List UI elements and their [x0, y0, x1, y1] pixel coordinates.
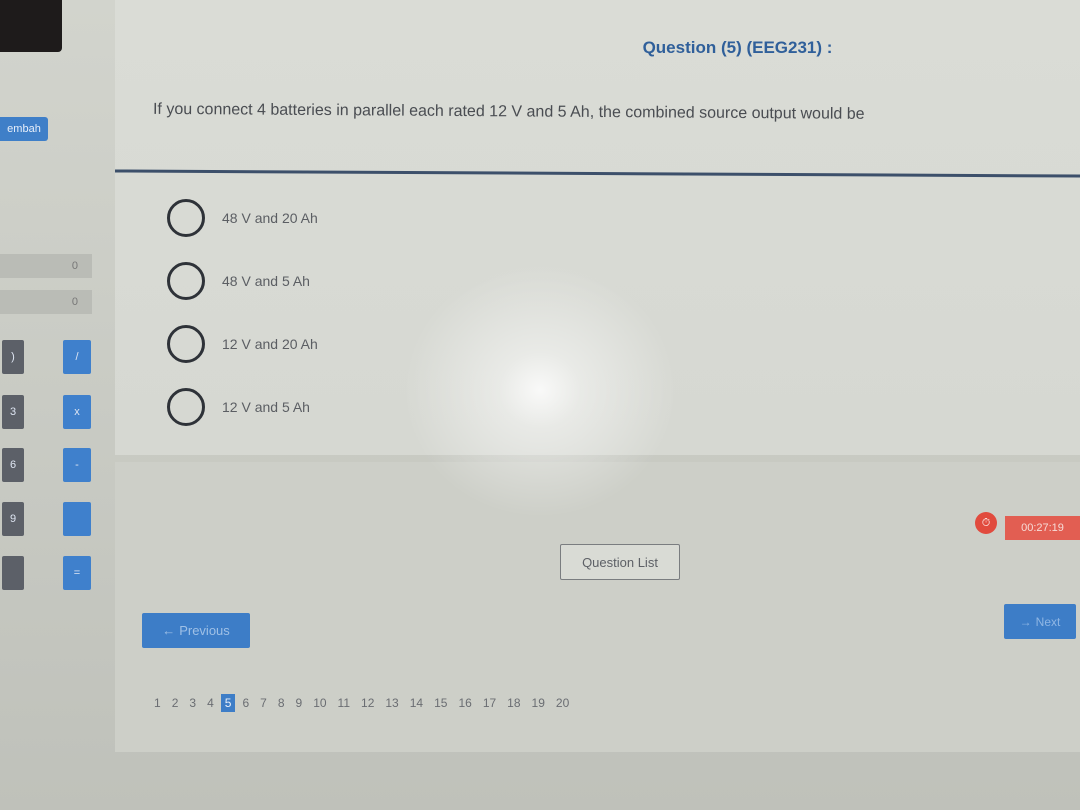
- answer-option[interactable]: 12 V and 5 Ah: [167, 388, 310, 426]
- arrow-right-icon: →: [1019, 614, 1032, 629]
- answer-option[interactable]: 48 V and 5 Ah: [167, 262, 310, 300]
- question-divider: [114, 169, 1080, 178]
- countdown-timer: 00:27:19: [1005, 516, 1080, 540]
- sidebar-counter: 0: [0, 254, 92, 278]
- answer-option[interactable]: 12 V and 20 Ah: [167, 325, 318, 363]
- page-link[interactable]: 20: [552, 694, 573, 712]
- alarm-clock-icon: ⏱: [975, 512, 997, 534]
- keypad-key[interactable]: 3: [2, 395, 24, 429]
- keypad-key[interactable]: ): [2, 340, 24, 374]
- page-link[interactable]: 10: [309, 694, 330, 712]
- answer-option[interactable]: 48 V and 20 Ah: [167, 199, 318, 237]
- keypad-key[interactable]: -: [63, 448, 91, 482]
- window-corner: [0, 0, 62, 52]
- keypad-key[interactable]: /: [63, 340, 91, 374]
- page-link[interactable]: 11: [334, 694, 354, 712]
- quiz-screen: embah 0 0 ) 3 6 9 / x - = Question (5) (…: [0, 0, 1080, 810]
- radio-button[interactable]: [167, 199, 205, 237]
- question-pagination: 1 2 3 4 5 6 7 8 9 10 11 12 13 14 15 16 1…: [150, 694, 576, 712]
- page-link[interactable]: 15: [430, 694, 451, 712]
- arrow-left-icon: ←: [162, 623, 176, 638]
- keypad-key[interactable]: x: [63, 395, 91, 429]
- answer-label: 48 V and 5 Ah: [222, 273, 310, 289]
- page-link[interactable]: 8: [274, 694, 289, 712]
- page-link[interactable]: 3: [185, 694, 200, 712]
- page-link[interactable]: 19: [528, 694, 549, 712]
- previous-button[interactable]: ← Previous: [142, 613, 250, 648]
- answer-label: 12 V and 20 Ah: [222, 336, 318, 352]
- radio-button[interactable]: [167, 325, 205, 363]
- sidebar-tab[interactable]: embah: [0, 117, 48, 141]
- question-panel: Question (5) (EEG231) : If you connect 4…: [114, 0, 1080, 455]
- page-link[interactable]: 17: [479, 694, 500, 712]
- page-link[interactable]: 16: [454, 694, 475, 712]
- keypad-key[interactable]: [63, 502, 91, 536]
- question-header: Question (5) (EEG231) :: [642, 38, 833, 57]
- page-link[interactable]: 4: [203, 694, 218, 712]
- keypad-key[interactable]: 9: [2, 502, 24, 536]
- radio-button[interactable]: [167, 262, 205, 300]
- keypad-key[interactable]: =: [63, 556, 91, 590]
- keypad-key[interactable]: 6: [2, 448, 24, 482]
- page-link-current[interactable]: 5: [220, 694, 236, 712]
- answer-label: 48 V and 20 Ah: [222, 210, 318, 226]
- sidebar-counter: 0: [0, 290, 92, 314]
- page-link[interactable]: 14: [406, 694, 427, 712]
- page-link[interactable]: 1: [150, 694, 165, 712]
- page-link[interactable]: 6: [238, 694, 253, 712]
- page-link[interactable]: 18: [503, 694, 524, 712]
- previous-label: Previous: [179, 623, 230, 638]
- page-link[interactable]: 12: [357, 694, 378, 712]
- page-link[interactable]: 7: [256, 694, 271, 712]
- page-link[interactable]: 2: [168, 694, 183, 712]
- answer-label: 12 V and 5 Ah: [222, 399, 310, 415]
- question-text: If you connect 4 batteries in parallel e…: [152, 100, 865, 123]
- page-link[interactable]: 9: [292, 694, 307, 712]
- question-list-button[interactable]: Question List: [560, 544, 680, 580]
- next-button[interactable]: → Next: [1004, 604, 1076, 639]
- next-label: Next: [1035, 614, 1061, 629]
- radio-button[interactable]: [167, 388, 205, 426]
- page-link[interactable]: 13: [381, 694, 402, 712]
- keypad-key[interactable]: [2, 556, 24, 590]
